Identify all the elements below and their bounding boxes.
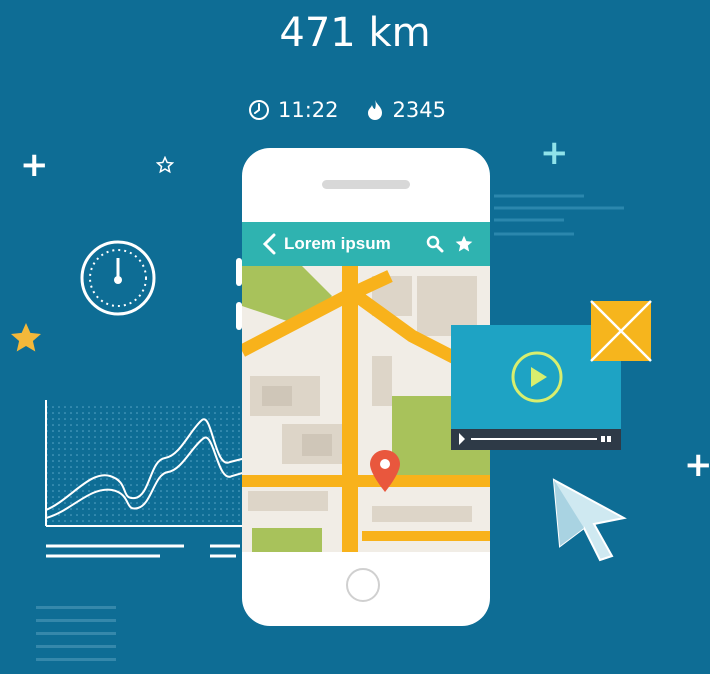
- time-value: 11:22: [278, 98, 339, 122]
- plus-icon: +: [20, 145, 49, 185]
- app-bar: Lorem ipsum: [242, 222, 490, 266]
- cursor-icon: [552, 478, 627, 562]
- stats-row: 11:22 2345: [248, 98, 472, 122]
- star-icon[interactable]: [454, 234, 474, 254]
- speedometer-icon: [80, 240, 156, 316]
- star-icon: [11, 323, 41, 352]
- app-title: Lorem ipsum: [284, 234, 391, 253]
- phone-speaker: [322, 180, 410, 189]
- decorative-lines: [36, 606, 116, 671]
- search-icon[interactable]: [426, 235, 444, 253]
- back-icon[interactable]: [262, 233, 276, 255]
- flame-icon: [367, 100, 382, 120]
- home-button[interactable]: [346, 568, 380, 602]
- distance-readout: 471 km: [279, 10, 431, 56]
- star-outline-icon: [156, 156, 174, 174]
- plus-icon: +: [540, 133, 569, 173]
- calories-value: 2345: [392, 98, 446, 122]
- time-stat: 11:22: [248, 98, 339, 122]
- line-graph: [45, 400, 246, 558]
- envelope-icon[interactable]: [590, 300, 652, 362]
- decorative-text-lines: [494, 194, 624, 236]
- plus-icon: +: [684, 445, 710, 485]
- app-bar-actions: [426, 234, 474, 254]
- clock-icon: [249, 100, 269, 120]
- calories-stat: 2345: [365, 98, 446, 122]
